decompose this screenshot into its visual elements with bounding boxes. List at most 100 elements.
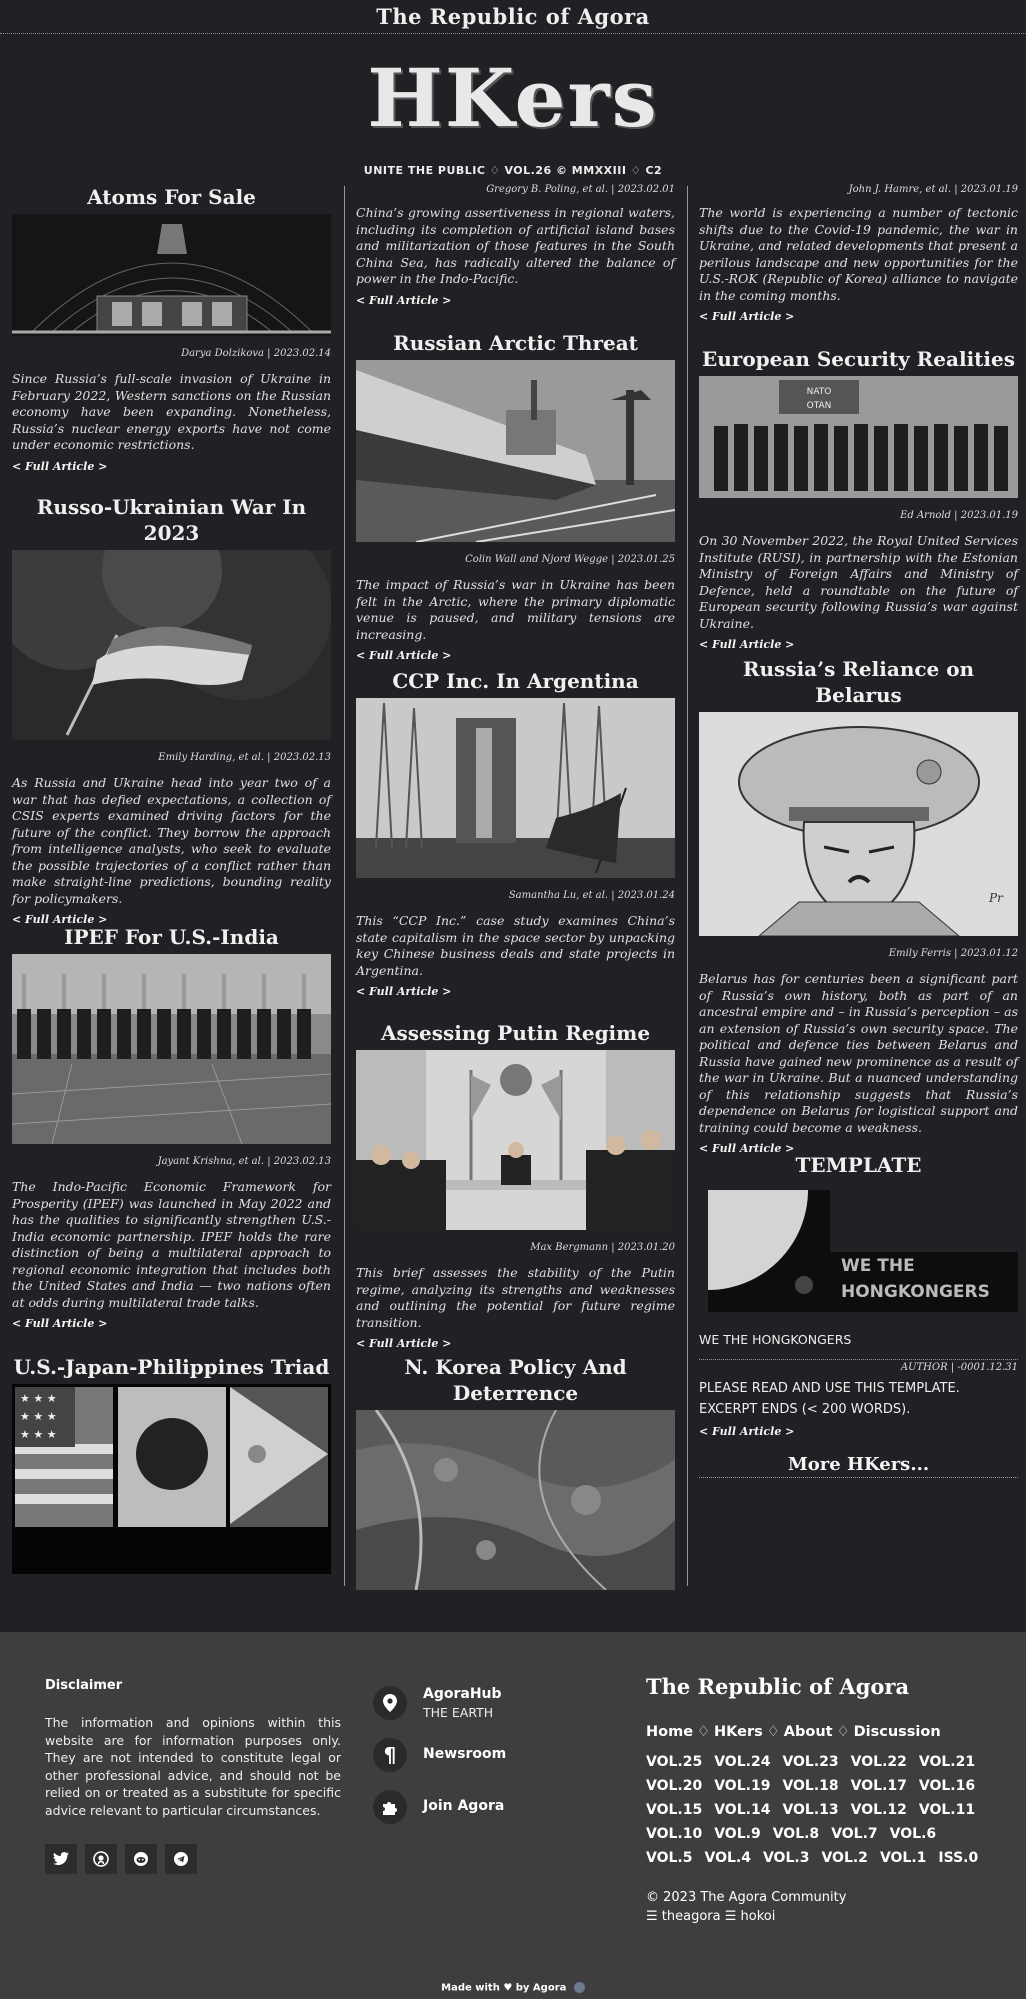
template-line-1: PLEASE READ AND USE THIS TEMPLATE. xyxy=(699,1381,960,1396)
nav-hkers[interactable]: HKers xyxy=(714,1724,763,1740)
article-columns: Atoms For Sale Darya Dolzikova | 2023.02… xyxy=(12,184,1018,1590)
article-excerpt: The Indo-Pacific Economic Framework for … xyxy=(12,1179,331,1310)
contact-agorahub[interactable]: AgoraHub THE EARTH xyxy=(373,1686,502,1720)
footer-brand[interactable]: The Republic of Agora xyxy=(646,1674,909,1699)
contact-label: AgoraHub xyxy=(423,1686,502,1702)
volume-link[interactable]: VOL.20 xyxy=(646,1778,702,1794)
article-image[interactable] xyxy=(356,360,675,542)
volume-link[interactable]: VOL.9 xyxy=(714,1826,760,1842)
full-article-link[interactable]: < Full Article > xyxy=(12,1317,331,1330)
full-article-link[interactable]: < Full Article > xyxy=(699,638,1018,651)
volume-link[interactable]: VOL.22 xyxy=(851,1754,907,1770)
article-byline: AUTHOR | -0001.12.31 xyxy=(900,1362,1018,1373)
article-excerpt: On 30 November 2022, the Royal United Se… xyxy=(699,533,1018,631)
aerial-terrain-photo xyxy=(356,1410,675,1590)
article-title[interactable]: Russian Arctic Threat xyxy=(356,330,675,356)
map-pin-icon xyxy=(373,1686,407,1720)
article-excerpt: This brief assesses the stability of the… xyxy=(356,1265,675,1330)
volume-link[interactable]: VOL.18 xyxy=(782,1778,838,1794)
article-image[interactable] xyxy=(12,214,331,336)
nav-home[interactable]: Home xyxy=(646,1724,693,1740)
full-article-link[interactable]: < Full Article > xyxy=(356,649,675,662)
article-image[interactable]: ★ ★ ★ ★ ★ ★ ★ ★ ★ xyxy=(12,1384,331,1574)
nato-group-photo: NATO OTAN xyxy=(699,376,1018,498)
nav-about[interactable]: About xyxy=(784,1724,833,1740)
dot-icon xyxy=(573,1982,585,1993)
article-image[interactable]: NATO OTAN xyxy=(699,376,1018,498)
volume-link[interactable]: VOL.13 xyxy=(782,1802,838,1818)
volume-link[interactable]: VOL.19 xyxy=(714,1778,770,1794)
full-article-link[interactable]: < Full Article > xyxy=(356,294,675,307)
template-logo[interactable]: WE THE HONGKONGERS xyxy=(699,1182,1018,1322)
nav-separator: ♢ xyxy=(836,1724,850,1740)
volume-link[interactable]: ISS.0 xyxy=(938,1850,978,1866)
telegram-icon[interactable] xyxy=(165,1844,197,1874)
hkers-logo[interactable]: HKers xyxy=(0,48,1026,148)
github-icon[interactable] xyxy=(85,1844,117,1874)
volume-link[interactable]: VOL.6 xyxy=(890,1826,936,1842)
article-image[interactable] xyxy=(356,1050,675,1230)
article-image[interactable] xyxy=(12,550,331,740)
volume-link[interactable]: VOL.24 xyxy=(714,1754,770,1770)
article-title[interactable]: Assessing Putin Regime xyxy=(356,1020,675,1046)
volume-link[interactable]: VOL.5 xyxy=(646,1850,692,1866)
volume-link[interactable]: VOL.8 xyxy=(773,1826,819,1842)
volume-link[interactable]: VOL.1 xyxy=(880,1850,926,1866)
article-title[interactable]: Atoms For Sale xyxy=(12,184,331,210)
full-article-link[interactable]: < Full Article > xyxy=(356,1337,675,1350)
article-belarus: Russia’s Reliance on Belarus Pr Emily Fe… xyxy=(699,656,1018,1155)
volume-link[interactable]: VOL.17 xyxy=(851,1778,907,1794)
volume-link[interactable]: VOL.21 xyxy=(919,1754,975,1770)
article-image[interactable] xyxy=(12,954,331,1144)
nav-discussion[interactable]: Discussion xyxy=(854,1724,941,1740)
contact-sub: THE EARTH xyxy=(423,1705,494,1720)
article-south-china-sea: Gregory B. Poling, et al. | 2023.02.01 C… xyxy=(356,184,675,307)
article-title[interactable]: European Security Realities xyxy=(699,346,1018,372)
article-title[interactable]: CCP Inc. In Argentina xyxy=(356,668,675,694)
handles-text[interactable]: ☰ theagora ☰ hokoi xyxy=(646,1907,846,1926)
social-links xyxy=(45,1844,197,1874)
article-title[interactable]: IPEF For U.S.-India xyxy=(12,924,331,950)
volume-link[interactable]: VOL.12 xyxy=(851,1802,907,1818)
volume-link[interactable]: VOL.7 xyxy=(831,1826,877,1842)
volume-link[interactable]: VOL.2 xyxy=(821,1850,867,1866)
svg-text:Pr: Pr xyxy=(988,891,1004,905)
article-image[interactable] xyxy=(356,1410,675,1590)
article-byline: Colin Wall and Njord Wegge | 2023.01.25 xyxy=(465,554,675,565)
article-title[interactable]: Russia’s Reliance on Belarus xyxy=(699,656,1018,708)
volume-link[interactable]: VOL.25 xyxy=(646,1754,702,1770)
volume-link[interactable]: VOL.16 xyxy=(919,1778,975,1794)
article-us-japan-philippines: U.S.-Japan-Philippines Triad ★ ★ ★ ★ ★ ★ ★… xyxy=(12,1354,331,1574)
article-title[interactable]: TEMPLATE xyxy=(699,1152,1018,1178)
contact-newsroom[interactable]: ¶ Newsroom xyxy=(373,1738,506,1772)
article-image[interactable]: Pr xyxy=(699,712,1018,936)
article-byline: Jayant Krishna, et al. | 2023.02.13 xyxy=(157,1156,331,1167)
volume-link[interactable]: VOL.3 xyxy=(763,1850,809,1866)
contact-label: Newsroom xyxy=(423,1746,507,1762)
volume-link[interactable]: VOL.15 xyxy=(646,1802,702,1818)
volume-link[interactable]: VOL.23 xyxy=(782,1754,838,1770)
volume-link[interactable]: VOL.10 xyxy=(646,1826,702,1842)
full-article-link[interactable]: < Full Article > xyxy=(699,1425,1018,1438)
footer-nav: Home ♢ HKers ♢ About ♢ Discussion xyxy=(646,1724,941,1740)
article-byline: Emily Ferris | 2023.01.12 xyxy=(888,948,1018,959)
volume-link[interactable]: VOL.14 xyxy=(714,1802,770,1818)
article-title[interactable]: N. Korea Policy And Deterrence xyxy=(356,1354,675,1406)
full-article-link[interactable]: < Full Article > xyxy=(12,460,331,473)
kremlin-meeting-photo xyxy=(356,1050,675,1230)
article-title[interactable]: U.S.-Japan-Philippines Triad xyxy=(12,1354,331,1380)
template-subtitle: WE THE HONGKONGERS xyxy=(699,1332,1018,1360)
twitter-icon[interactable] xyxy=(45,1844,77,1874)
volume-link[interactable]: VOL.4 xyxy=(704,1850,750,1866)
reddit-icon[interactable] xyxy=(125,1844,157,1874)
volume-link[interactable]: VOL.11 xyxy=(919,1802,975,1818)
article-image[interactable] xyxy=(356,698,675,878)
full-article-link[interactable]: < Full Article > xyxy=(356,985,675,998)
site-title[interactable]: The Republic of Agora xyxy=(376,4,650,29)
article-title[interactable]: Russo-Ukrainian War In 2023 xyxy=(12,494,331,546)
template-logo-line1: WE THE xyxy=(841,1256,915,1276)
more-hkers-link[interactable]: More HKers... xyxy=(699,1454,1018,1478)
svg-text:★ ★ ★: ★ ★ ★ xyxy=(20,1428,57,1441)
full-article-link[interactable]: < Full Article > xyxy=(699,310,1018,323)
contact-join-agora[interactable]: Join Agora xyxy=(373,1790,504,1824)
